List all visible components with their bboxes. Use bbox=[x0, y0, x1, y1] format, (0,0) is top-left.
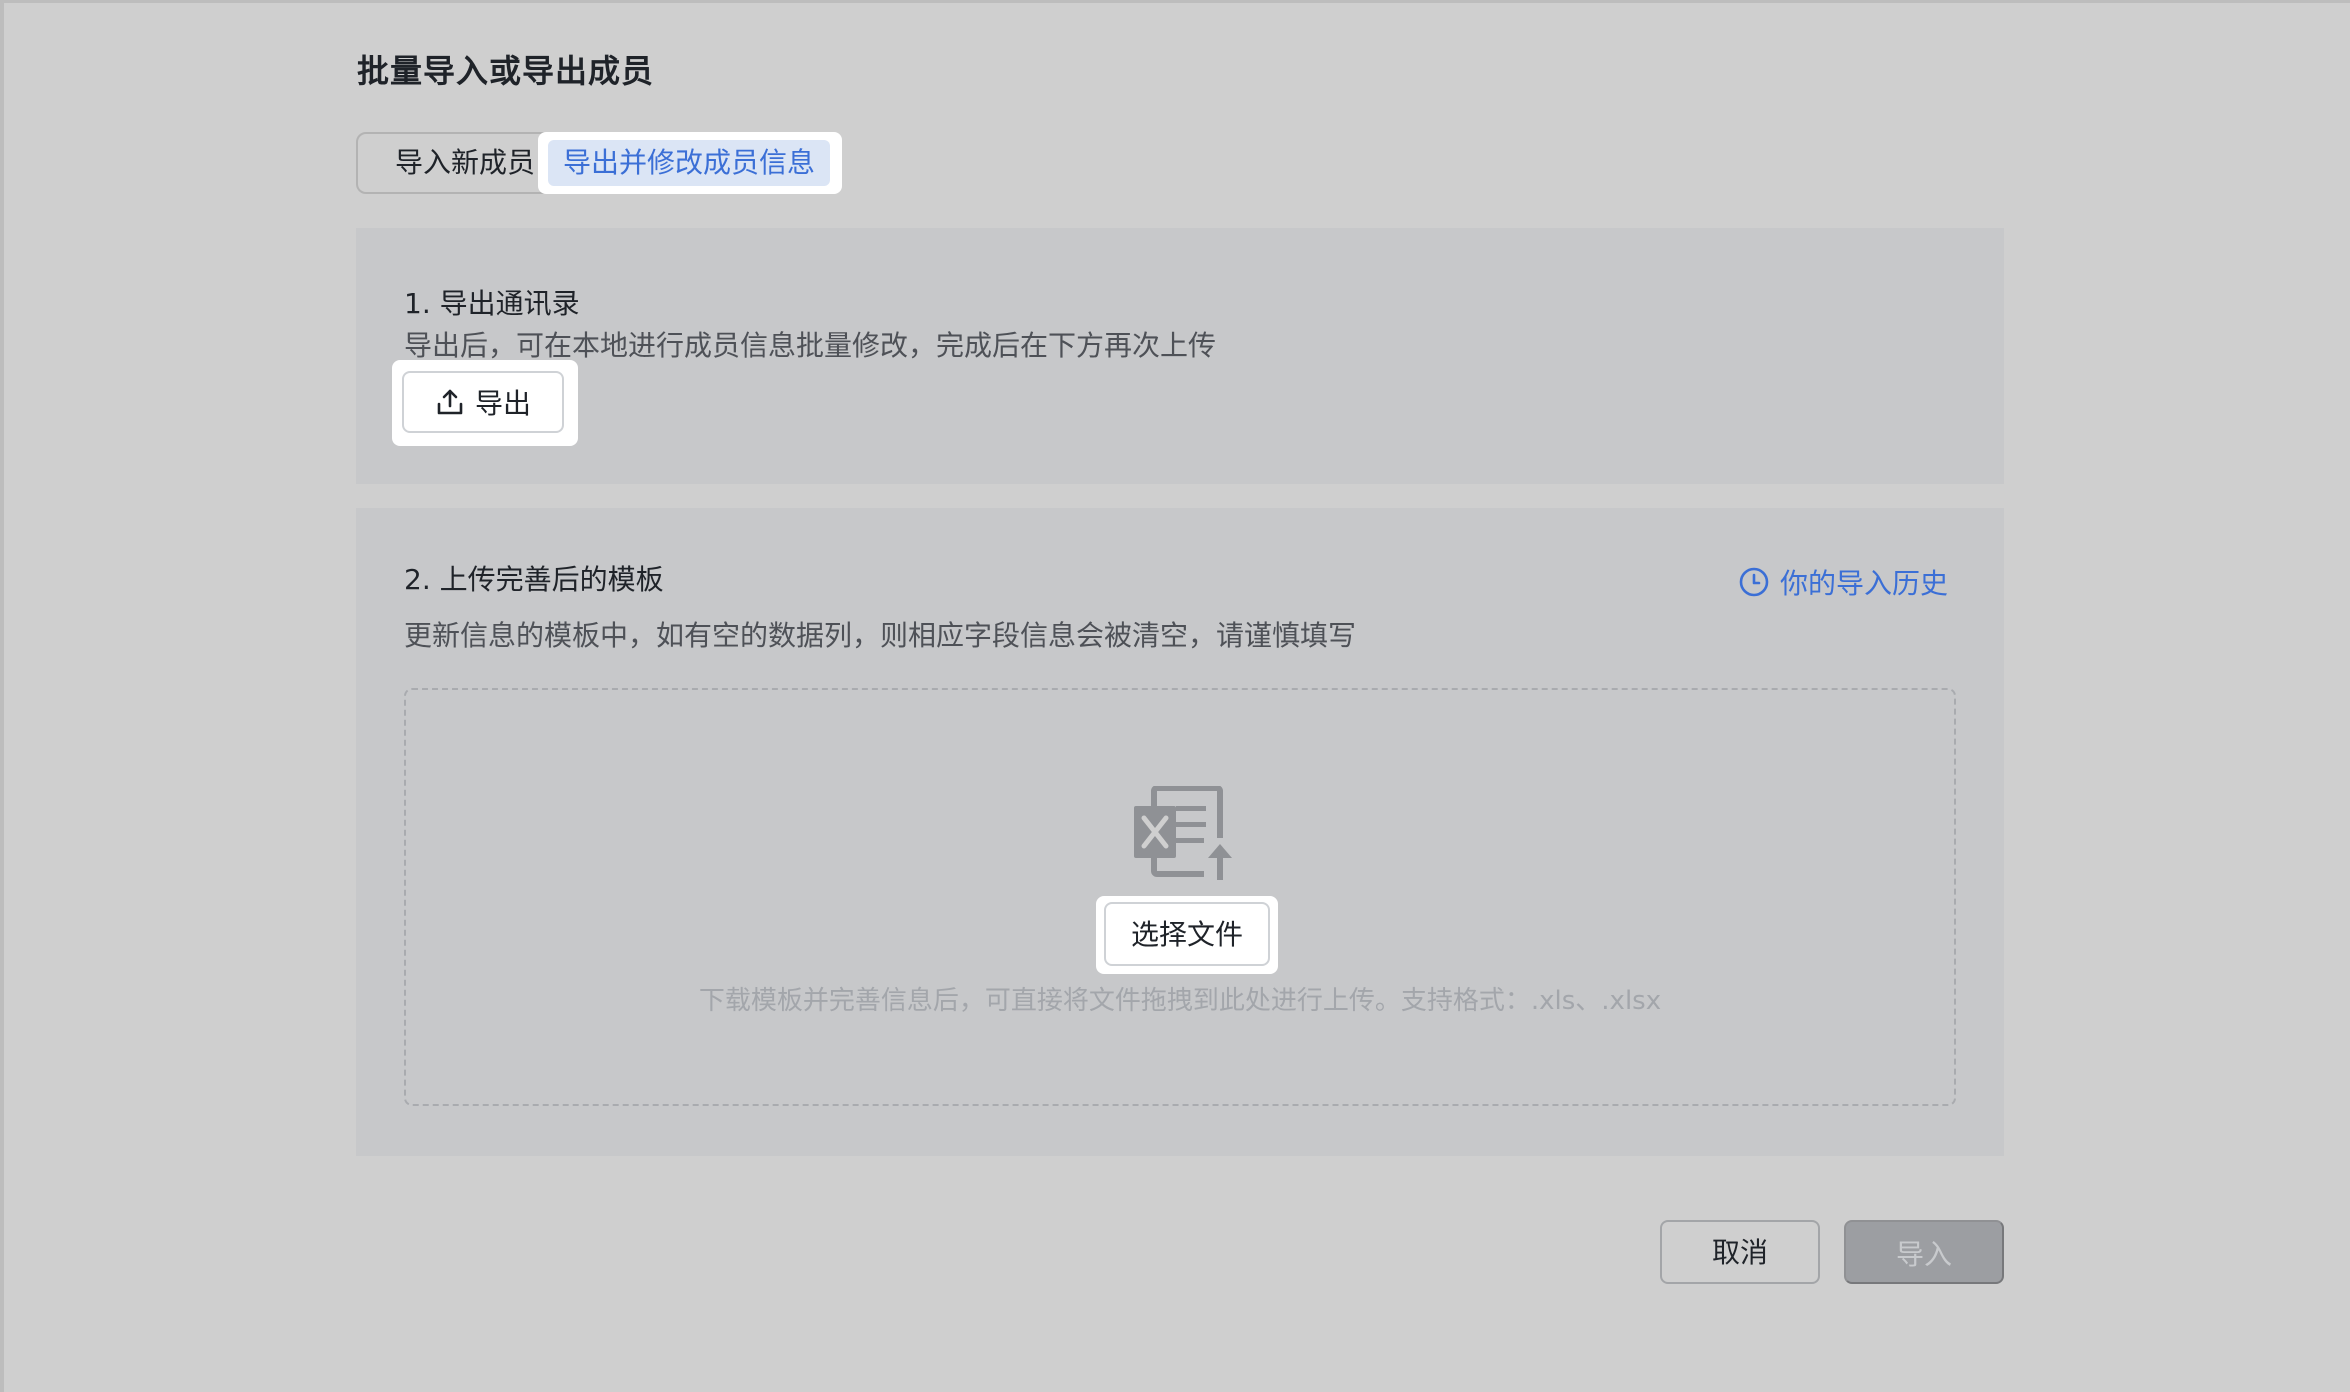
step1-description: 导出后，可在本地进行成员信息批量修改，完成后在下方再次上传 bbox=[404, 329, 1217, 362]
excel-file-upload-icon bbox=[1132, 785, 1238, 882]
upload-panel: 2. 上传完善后的模板 更新信息的模板中，如有空的数据列，则相应字段信息会被清空… bbox=[356, 508, 2004, 1156]
file-dropzone[interactable]: 选择文件 下载模板并完善信息后，可直接将文件拖拽到此处进行上传。支持格式：.xl… bbox=[404, 688, 1956, 1106]
tab-export-and-edit[interactable]: 导出并修改成员信息 bbox=[548, 140, 830, 186]
page-title: 批量导入或导出成员 bbox=[357, 52, 655, 90]
import-history-link[interactable]: 你的导入历史 bbox=[1738, 562, 1948, 602]
export-button-label: 导出 bbox=[474, 387, 531, 420]
dropzone-hint: 下载模板并完善信息后，可直接将文件拖拽到此处进行上传。支持格式：.xls、.xl… bbox=[698, 986, 1662, 1016]
step1-title: 1. 导出通讯录 bbox=[404, 287, 580, 320]
export-panel: 1. 导出通讯录 导出后，可在本地进行成员信息批量修改，完成后在下方再次上传 导… bbox=[356, 228, 2004, 484]
import-button[interactable]: 导入 bbox=[1844, 1220, 2004, 1284]
import-history-label: 你的导入历史 bbox=[1779, 567, 1948, 600]
export-button-highlight: 导出 bbox=[392, 360, 578, 446]
tab-group: 导入新成员 导出并修改成员信息 bbox=[356, 132, 842, 194]
tab-import-new-members[interactable]: 导入新成员 bbox=[370, 134, 560, 192]
choose-file-highlight: 选择文件 bbox=[1096, 896, 1278, 974]
clock-icon bbox=[1738, 566, 1770, 598]
cancel-button[interactable]: 取消 bbox=[1660, 1220, 1820, 1284]
choose-file-button[interactable]: 选择文件 bbox=[1104, 902, 1270, 966]
export-button[interactable]: 导出 bbox=[402, 371, 564, 433]
step2-description: 更新信息的模板中，如有空的数据列，则相应字段信息会被清空，请谨慎填写 bbox=[404, 619, 1357, 652]
step2-title: 2. 上传完善后的模板 bbox=[404, 563, 664, 596]
tab-highlight: 导出并修改成员信息 bbox=[538, 132, 842, 194]
upload-icon bbox=[435, 387, 465, 417]
